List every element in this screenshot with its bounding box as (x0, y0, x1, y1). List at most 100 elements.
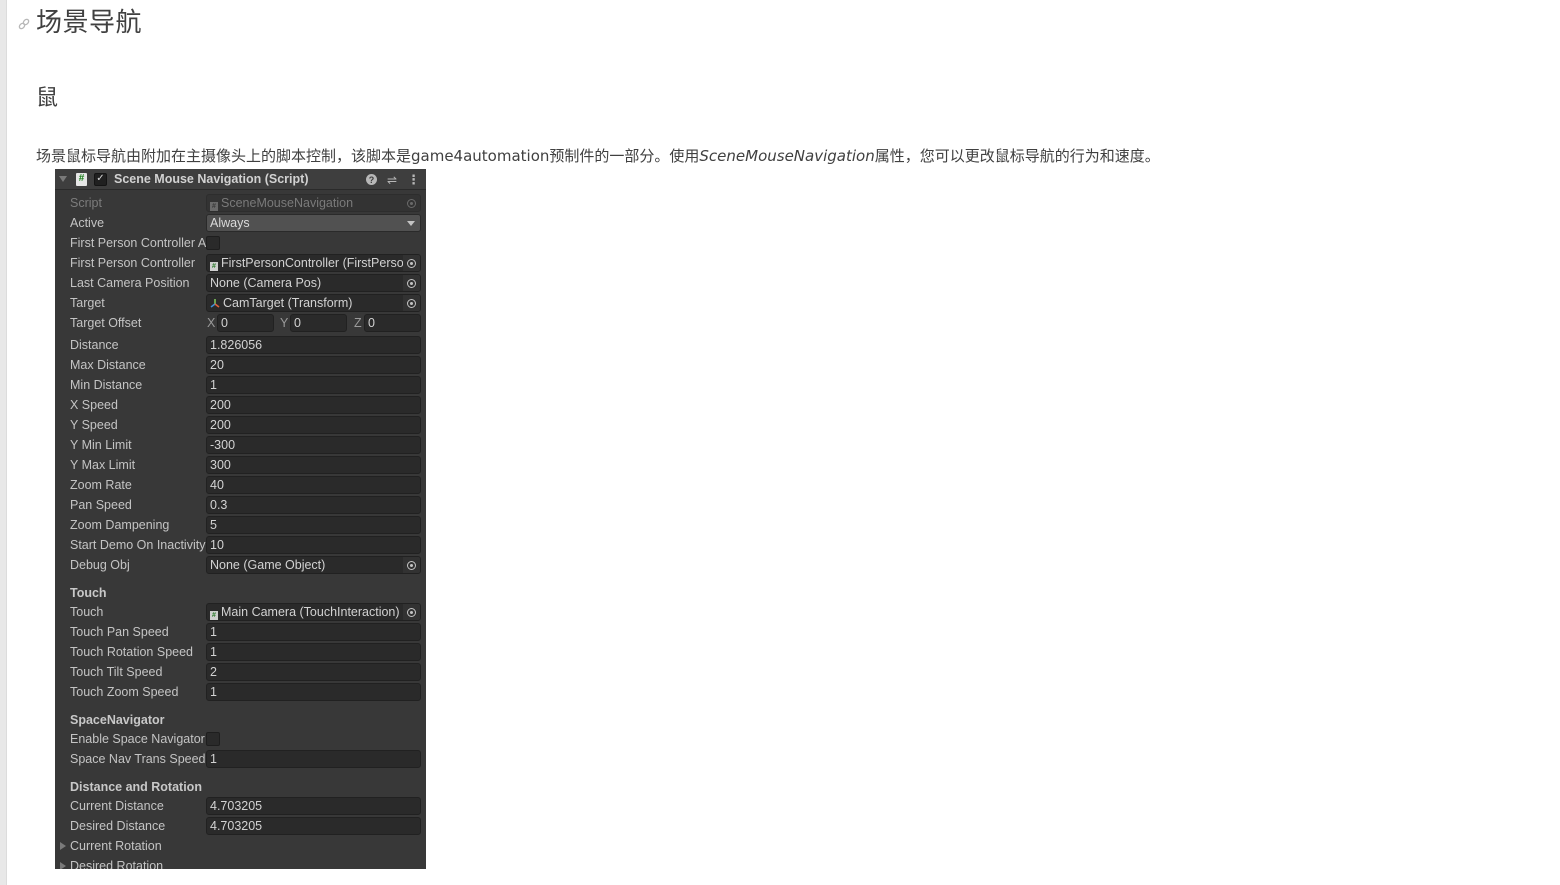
presets-icon[interactable]: ⇌ (387, 174, 397, 186)
chevron-right-icon[interactable] (60, 862, 66, 869)
desired-distance-input[interactable]: 4.703205 (206, 817, 421, 835)
max-distance-input[interactable]: 20 (206, 356, 421, 374)
target-offset-z-input[interactable]: 0 (364, 314, 421, 332)
touch-tilt-speed-input[interactable]: 2 (206, 663, 421, 681)
unity-inspector-screenshot: # ✓ Scene Mouse Navigation (Script) ? ⇌ … (55, 169, 426, 869)
field-label: Desired Distance (70, 819, 166, 833)
fpc-active-checkbox[interactable] (206, 236, 220, 250)
last-camera-object-field[interactable]: None (Camera Pos) (206, 274, 421, 292)
zoom-dampening-input[interactable]: 5 (206, 516, 421, 534)
field-label: Y Max Limit (70, 458, 136, 472)
current-distance-input[interactable]: 4.703205 (206, 797, 421, 815)
field-row-space-nav-trans: Space Nav Trans Speed 1 (55, 749, 426, 769)
description-emphasis: SceneMouseNavigation (699, 147, 875, 165)
field-row-debug-obj: Debug Obj None (Game Object) (55, 555, 426, 575)
field-row-y-speed: Y Speed 200 (55, 415, 426, 435)
field-label: Y Speed (70, 418, 118, 432)
field-row-x-speed: X Speed 200 (55, 395, 426, 415)
target-offset-x-input[interactable]: 0 (217, 314, 274, 332)
field-label: Debug Obj (70, 558, 130, 572)
component-enabled-checkbox[interactable]: ✓ (94, 172, 107, 186)
field-row-fpc-active: First Person Controller A (55, 233, 426, 253)
field-label: X Speed (70, 398, 118, 412)
transform-icon (210, 299, 220, 308)
zoom-rate-input[interactable]: 40 (206, 476, 421, 494)
left-rail (0, 0, 7, 885)
touch-zoom-speed-input[interactable]: 1 (206, 683, 421, 701)
field-label: First Person Controller (70, 256, 196, 270)
field-row-active: Active Always (55, 213, 426, 233)
field-value: None (Game Object) (210, 558, 326, 572)
link-anchor-icon[interactable] (17, 17, 31, 31)
dropdown-value: Always (210, 216, 250, 230)
start-demo-input[interactable]: 10 (206, 536, 421, 554)
page-heading-wrap: 场景导航 (17, 2, 142, 39)
foldout-arrow-icon[interactable] (59, 176, 67, 182)
field-row-y-min-limit: Y Min Limit -300 (55, 435, 426, 455)
field-label: Touch (70, 605, 104, 619)
active-dropdown[interactable]: Always (206, 214, 421, 232)
object-picker-button[interactable] (403, 275, 420, 291)
page-title: 场景导航 (36, 8, 143, 38)
touch-object-field[interactable]: # Main Camera (TouchInteraction) (206, 603, 421, 621)
x-speed-input[interactable]: 200 (206, 396, 421, 414)
field-row-last-camera: Last Camera Position None (Camera Pos) (55, 273, 426, 293)
field-label: Space Nav Trans Speed (70, 752, 206, 766)
touch-rotation-speed-input[interactable]: 1 (206, 643, 421, 661)
field-row-fpc: First Person Controller # FirstPersonCont… (55, 253, 426, 273)
field-value: FirstPersonController (FirstPerso (221, 256, 404, 270)
object-picker-button[interactable] (403, 604, 420, 620)
space-nav-trans-speed-input[interactable]: 1 (206, 750, 421, 768)
chevron-right-icon[interactable] (60, 842, 66, 850)
field-label: Min Distance (70, 378, 143, 392)
description-paragraph: 场景鼠标导航由附加在主摄像头上的脚本控制，该脚本是game4automation… (36, 145, 1160, 166)
field-row-min-distance: Min Distance 1 (55, 375, 426, 395)
field-row-enable-space-nav: Enable Space Navigator (55, 729, 426, 749)
field-label: Target Offset (70, 316, 142, 330)
chevron-down-icon (407, 221, 415, 226)
section-header-spacenavigator: SpaceNavigator (70, 713, 165, 727)
foldout-current-rotation[interactable]: Current Rotation (55, 836, 426, 856)
fpc-object-field[interactable]: # FirstPersonController (FirstPerso (206, 254, 421, 272)
field-value: None (Camera Pos) (210, 276, 322, 290)
object-picker-button[interactable] (403, 255, 420, 271)
description-text-end: 属性，您可以更改鼠标导航的行为和速度。 (874, 147, 1160, 165)
field-row-distance: Distance 1.826056 (55, 335, 426, 355)
y-speed-input[interactable]: 200 (206, 416, 421, 434)
x-label: X (207, 316, 216, 330)
pan-speed-input[interactable]: 0.3 (206, 496, 421, 514)
field-row-touch: Touch # Main Camera (TouchInteraction) (55, 602, 426, 622)
field-row-touch-tilt: Touch Tilt Speed 2 (55, 662, 426, 682)
field-label: Touch Rotation Speed (70, 645, 194, 659)
touch-pan-speed-input[interactable]: 1 (206, 623, 421, 641)
component-header[interactable]: # ✓ Scene Mouse Navigation (Script) ? ⇌ … (55, 169, 426, 190)
field-value: Main Camera (TouchInteraction) (221, 605, 400, 619)
target-object-field[interactable]: CamTarget (Transform) (206, 294, 421, 312)
field-value: SceneMouseNavigation (221, 196, 354, 210)
distance-input[interactable]: 1.826056 (206, 336, 421, 354)
field-row-touch-rotation: Touch Rotation Speed 1 (55, 642, 426, 662)
object-picker-button[interactable] (403, 557, 420, 573)
help-icon[interactable]: ? (365, 174, 377, 185)
script-reference-field: # SceneMouseNavigation (206, 194, 421, 212)
debug-obj-object-field[interactable]: None (Game Object) (206, 556, 421, 574)
foldout-desired-rotation[interactable]: Desired Rotation (55, 856, 426, 869)
field-row-zoom-rate: Zoom Rate 40 (55, 475, 426, 495)
y-min-limit-input[interactable]: -300 (206, 436, 421, 454)
field-row-target-offset: Target Offset X 0 Y 0 Z 0 (55, 313, 426, 333)
section-heading: 鼠 (36, 86, 59, 111)
min-distance-input[interactable]: 1 (206, 376, 421, 394)
object-picker-button[interactable] (403, 295, 420, 311)
target-offset-y-input[interactable]: 0 (290, 314, 347, 332)
section-header-touch: Touch (70, 586, 107, 600)
y-max-limit-input[interactable]: 300 (206, 456, 421, 474)
field-row-current-distance: Current Distance 4.703205 (55, 796, 426, 816)
field-label: First Person Controller A (70, 236, 206, 250)
kebab-menu-icon[interactable]: ⋮ (407, 173, 420, 186)
field-row-y-max-limit: Y Max Limit 300 (55, 455, 426, 475)
enable-space-navigator-checkbox[interactable] (206, 732, 220, 746)
component-title: Scene Mouse Navigation (Script) (114, 172, 309, 186)
field-label: Pan Speed (70, 498, 132, 512)
field-label: Target (70, 296, 105, 310)
field-row-touch-pan: Touch Pan Speed 1 (55, 622, 426, 642)
